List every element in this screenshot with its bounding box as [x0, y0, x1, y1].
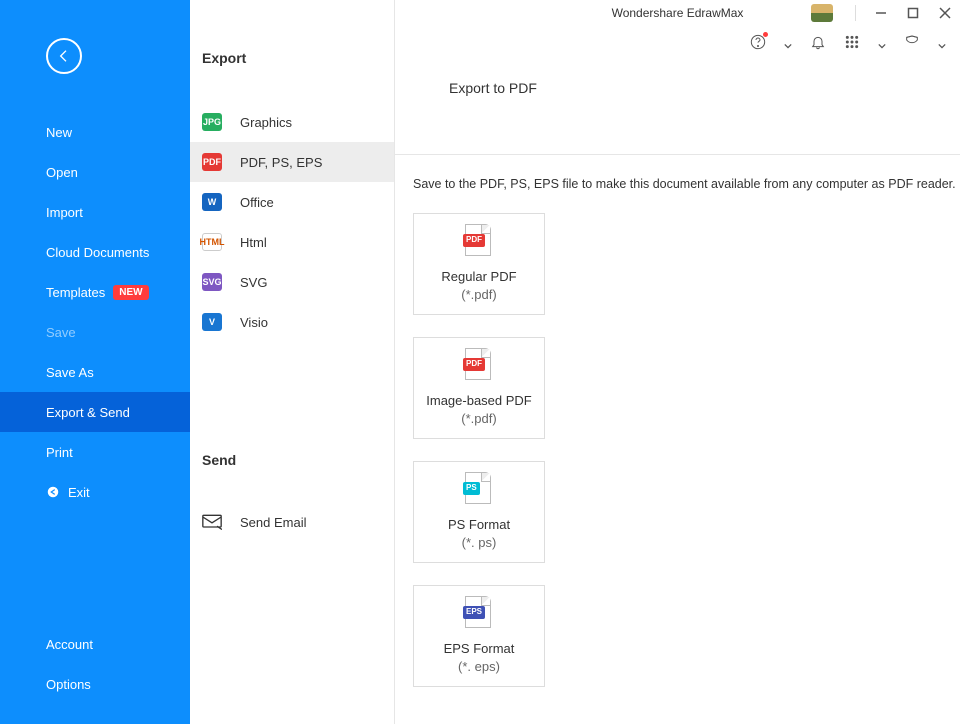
jpg-icon: JPG — [202, 113, 222, 131]
sidebar-item-label: Save As — [46, 365, 94, 380]
page-description: Save to the PDF, PS, EPS file to make th… — [413, 177, 960, 191]
new-badge: NEW — [113, 285, 148, 300]
arrow-left-icon — [56, 48, 72, 64]
sidebar-item-options[interactable]: Options — [0, 664, 190, 704]
svg-icon: SVG — [202, 273, 222, 291]
apps-button[interactable] — [844, 34, 860, 50]
sidebar-item-cloud-documents[interactable]: Cloud Documents — [0, 232, 190, 272]
export-category-label: Office — [240, 195, 274, 210]
sidebar-item-print[interactable]: Print — [0, 432, 190, 472]
send-email-item[interactable]: Send Email — [190, 502, 394, 542]
export-category-visio[interactable]: V Visio — [190, 302, 394, 342]
word-icon: W — [202, 193, 222, 211]
export-category-label: Html — [240, 235, 267, 250]
export-card-sub: (*. ps) — [462, 534, 497, 552]
theme-button[interactable] — [904, 34, 920, 50]
divider — [855, 5, 856, 21]
visio-icon: V — [202, 313, 222, 331]
export-card-image-pdf[interactable]: PDF Image-based PDF (*.pdf) — [413, 337, 545, 439]
sidebar-item-label: Cloud Documents — [46, 245, 149, 260]
notifications-button[interactable] — [810, 34, 826, 50]
export-category-graphics[interactable]: JPG Graphics — [190, 102, 394, 142]
export-card-sub: (*.pdf) — [461, 286, 496, 304]
export-card-title: Image-based PDF — [426, 392, 532, 410]
export-format-cards: PDF Regular PDF (*.pdf) PDF Image-based … — [413, 213, 960, 687]
back-button[interactable] — [46, 38, 82, 74]
export-card-title: EPS Format — [444, 640, 515, 658]
maximize-button[interactable] — [906, 6, 920, 20]
header-tools — [750, 34, 946, 50]
help-button[interactable] — [750, 34, 766, 50]
ps-file-icon: PS — [465, 472, 493, 504]
export-card-sub: (*.pdf) — [461, 410, 496, 428]
pdf-icon: PDF — [202, 153, 222, 171]
export-category-html[interactable]: HTML Html — [190, 222, 394, 262]
sidebar-item-exit[interactable]: Exit — [0, 472, 190, 512]
export-categories-panel: Export JPG Graphics PDF PDF, PS, EPS W O… — [190, 0, 395, 724]
sidebar-item-save: Save — [0, 312, 190, 352]
window-controls — [811, 4, 952, 22]
pdf-file-icon: PDF — [465, 224, 493, 256]
export-card-title: PS Format — [448, 516, 510, 534]
eps-file-icon: EPS — [465, 596, 493, 628]
sidebar-item-label: Import — [46, 205, 83, 220]
send-item-label: Send Email — [240, 515, 306, 530]
export-card-regular-pdf[interactable]: PDF Regular PDF (*.pdf) — [413, 213, 545, 315]
export-category-label: PDF, PS, EPS — [240, 155, 322, 170]
send-list: Send Email — [190, 502, 394, 542]
sidebar-item-export-send[interactable]: Export & Send — [0, 392, 190, 432]
page-heading: Export to PDF — [449, 80, 960, 96]
sidebar-item-import[interactable]: Import — [0, 192, 190, 232]
send-section-title: Send — [190, 342, 394, 502]
sidebar-item-label: Templates — [46, 285, 105, 300]
export-card-title: Regular PDF — [441, 268, 516, 286]
minimize-button[interactable] — [874, 6, 888, 20]
export-card-eps[interactable]: EPS EPS Format (*. eps) — [413, 585, 545, 687]
mail-icon — [202, 513, 222, 531]
html-icon: HTML — [202, 233, 222, 251]
sidebar-item-label: Options — [46, 677, 91, 692]
export-card-sub: (*. eps) — [458, 658, 500, 676]
pdf-file-icon: PDF — [465, 348, 493, 380]
theme-dropdown-caret[interactable] — [938, 38, 946, 46]
close-button[interactable] — [938, 6, 952, 20]
export-category-label: Graphics — [240, 115, 292, 130]
sidebar-item-label: Export & Send — [46, 405, 130, 420]
sidebar-item-account[interactable]: Account — [0, 624, 190, 664]
title-bar: Wondershare EdrawMax — [395, 0, 960, 30]
sidebar-item-new[interactable]: New — [0, 112, 190, 152]
sidebar-item-open[interactable]: Open — [0, 152, 190, 192]
exit-icon — [46, 485, 60, 499]
export-category-pdf-ps-eps[interactable]: PDF PDF, PS, EPS — [190, 142, 394, 182]
sidebar-item-label: Save — [46, 325, 76, 340]
divider — [395, 154, 960, 155]
sidebar-item-templates[interactable]: Templates NEW — [0, 272, 190, 312]
sidebar-menu: New Open Import Cloud Documents Template… — [0, 112, 190, 512]
sidebar-item-label: Open — [46, 165, 78, 180]
export-categories-list: JPG Graphics PDF PDF, PS, EPS W Office H… — [190, 102, 394, 342]
export-category-office[interactable]: W Office — [190, 182, 394, 222]
export-category-label: SVG — [240, 275, 267, 290]
sidebar-bottom: Account Options — [0, 624, 190, 704]
export-card-ps[interactable]: PS PS Format (*. ps) — [413, 461, 545, 563]
sidebar-item-label: Print — [46, 445, 73, 460]
file-sidebar: New Open Import Cloud Documents Template… — [0, 0, 190, 724]
sidebar-item-save-as[interactable]: Save As — [0, 352, 190, 392]
sidebar-item-label: New — [46, 125, 72, 140]
export-category-svg[interactable]: SVG SVG — [190, 262, 394, 302]
export-category-label: Visio — [240, 315, 268, 330]
apps-dropdown-caret[interactable] — [878, 38, 886, 46]
user-avatar[interactable] — [811, 4, 833, 22]
export-section-title: Export — [190, 0, 394, 102]
sidebar-item-label: Exit — [68, 485, 90, 500]
content-panel: Wondershare EdrawMax Export to PDF Save … — [395, 0, 960, 724]
help-dropdown-caret[interactable] — [784, 38, 792, 46]
sidebar-item-label: Account — [46, 637, 93, 652]
